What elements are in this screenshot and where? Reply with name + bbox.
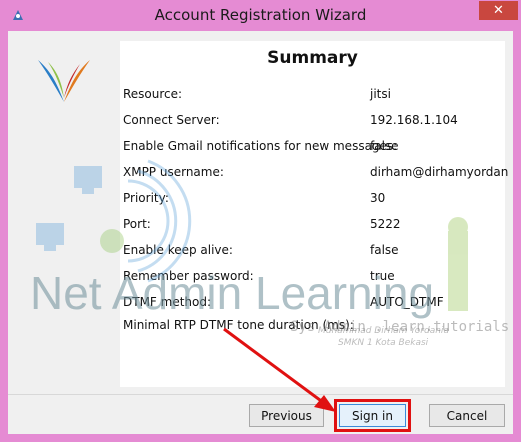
row-value: false: [370, 243, 399, 257]
row-label: Minimal RTP DTMF tone duration (ms):: [123, 318, 354, 332]
wizard-client-area: Summary Resource: jitsi Connect Server: …: [8, 31, 513, 434]
summary-panel: Summary Resource: jitsi Connect Server: …: [120, 41, 508, 387]
row-label: Remember password:: [123, 269, 254, 283]
row-value: dirham@dirhamyordan: [370, 165, 509, 179]
row-label: Priority:: [123, 191, 169, 205]
summary-row-xmpp-username: XMPP username: dirham@dirhamyordan: [123, 165, 508, 183]
row-label: Port:: [123, 217, 151, 231]
row-label: Enable keep alive:: [123, 243, 233, 257]
row-value: AUTO_DTMF: [370, 295, 444, 309]
title-bar[interactable]: Account Registration Wizard ✕: [0, 0, 521, 31]
summary-row-rtp-dtmf-duration: Minimal RTP DTMF tone duration (ms):: [123, 318, 503, 336]
summary-row-priority: Priority: 30: [123, 191, 503, 209]
row-value: 5222: [370, 217, 401, 231]
summary-row-keep-alive: Enable keep alive: false: [123, 243, 503, 261]
row-value: 192.168.1.104: [370, 113, 458, 127]
footer-separator: [8, 394, 513, 395]
cancel-button[interactable]: Cancel: [429, 404, 505, 427]
row-label: Resource:: [123, 87, 183, 101]
close-button[interactable]: ✕: [479, 1, 518, 20]
row-value: false: [370, 139, 399, 153]
summary-row-connect-server: Connect Server: 192.168.1.104: [123, 113, 503, 131]
row-label: DTMF method:: [123, 295, 212, 309]
previous-button[interactable]: Previous: [249, 404, 324, 427]
row-label: Connect Server:: [123, 113, 220, 127]
summary-row-remember-password: Remember password: true: [123, 269, 503, 287]
row-value: 30: [370, 191, 386, 205]
summary-row-dtmf-method: DTMF method: AUTO_DTMF: [123, 295, 503, 313]
summary-row-resource: Resource: jitsi: [123, 87, 503, 105]
row-label: Enable Gmail notifications for new messa…: [123, 139, 398, 153]
summary-row-gmail-notifications: Enable Gmail notifications for new messa…: [123, 139, 503, 157]
row-value: jitsi: [370, 87, 391, 101]
row-value: true: [370, 269, 395, 283]
summary-row-port: Port: 5222: [123, 217, 503, 235]
summary-title: Summary: [267, 48, 358, 68]
sign-in-highlight-box: [334, 399, 411, 432]
row-label: XMPP username:: [123, 165, 224, 179]
window-title: Account Registration Wizard: [154, 6, 367, 24]
xmpp-logo-icon: [38, 60, 90, 102]
